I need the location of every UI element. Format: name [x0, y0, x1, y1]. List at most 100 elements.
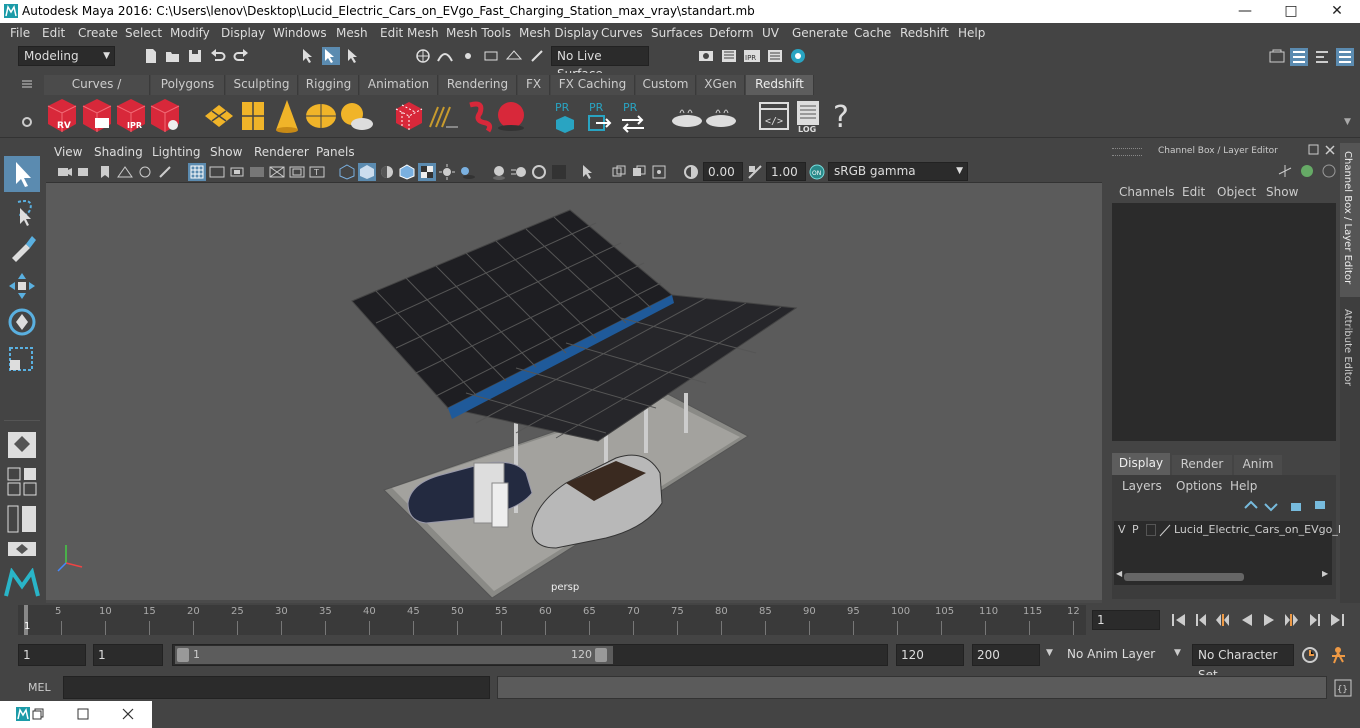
mode-dropdown[interactable]: Modeling ▼: [18, 46, 115, 66]
safe-action-icon[interactable]: [288, 163, 306, 181]
channel-object-menu[interactable]: Object: [1217, 185, 1256, 199]
wireframe-icon[interactable]: [338, 163, 356, 181]
anim-layer-chevron-icon[interactable]: ▼: [1046, 648, 1053, 658]
maya-workspace-logo-icon[interactable]: [4, 568, 40, 598]
redshift-spot-light-icon[interactable]: [272, 98, 302, 134]
ipr-render-icon[interactable]: IPR: [743, 47, 761, 65]
minimized-window-thumb[interactable]: [0, 701, 152, 728]
scale-tool-icon[interactable]: [6, 344, 38, 376]
menu-mesh-tools[interactable]: Mesh Tools: [446, 26, 511, 40]
smooth-shade-icon[interactable]: [358, 163, 376, 181]
step-forward-key-icon[interactable]: [1282, 611, 1300, 629]
step-forward-frame-icon[interactable]: [1306, 611, 1324, 629]
outliner-layout-icon[interactable]: [6, 504, 38, 534]
live-surface-field[interactable]: No Live Surface: [551, 46, 649, 81]
undo-icon[interactable]: [209, 47, 227, 65]
menu-select[interactable]: Select: [125, 26, 162, 40]
restore-thumb-icon[interactable]: [32, 708, 44, 720]
field-chart-icon[interactable]: [268, 163, 286, 181]
anim-layer-dropdown[interactable]: No Anim Layer: [1062, 644, 1162, 666]
menu-edit-mesh[interactable]: Edit Mesh: [380, 26, 439, 40]
paint-select-tool-icon[interactable]: [6, 232, 38, 264]
auto-key-icon[interactable]: [1300, 645, 1320, 665]
channel-box-status-icon[interactable]: [1298, 162, 1316, 180]
exposure-input[interactable]: [703, 162, 743, 181]
time-ruler[interactable]: 5 10 15 20 25 30 35 40 45 50 55 60 65 70 75 80 85 90 95 100…: [18, 605, 1086, 635]
go-to-end-icon[interactable]: [1328, 611, 1346, 629]
script-editor-icon[interactable]: {}: [1334, 679, 1352, 697]
step-back-frame-icon[interactable]: [1192, 611, 1210, 629]
wireframe-on-shaded-icon[interactable]: [398, 163, 416, 181]
motion-blur-icon[interactable]: [510, 163, 528, 181]
menu-curves[interactable]: Curves: [601, 26, 643, 40]
layer-row[interactable]: V P Lucid_Electric_Cars_on_EVgo_F: [1114, 521, 1344, 539]
scroll-right-icon[interactable]: ▶: [1322, 569, 1328, 578]
gamma-input[interactable]: [766, 162, 806, 181]
shelf-tab-rigging[interactable]: Rigging: [299, 75, 359, 95]
range-start-grip[interactable]: [177, 648, 189, 662]
menu-edit[interactable]: Edit: [42, 26, 65, 40]
redshift-sphere-icon[interactable]: [495, 100, 527, 132]
move-layer-up-icon[interactable]: [1242, 497, 1260, 515]
menu-surfaces[interactable]: Surfaces: [651, 26, 703, 40]
close-panel-icon[interactable]: [1324, 144, 1336, 156]
select-by-component-icon[interactable]: [345, 47, 363, 65]
redshift-pr-mesh-icon[interactable]: PR: [552, 99, 578, 133]
range-bar-handle[interactable]: [175, 646, 613, 664]
redshift-settings-icon[interactable]: [149, 98, 181, 134]
viewport-menu-show[interactable]: Show: [210, 145, 242, 159]
shelf-settings-icon[interactable]: [20, 115, 34, 129]
float-panel-icon[interactable]: [1308, 144, 1320, 156]
film-gate-icon[interactable]: [208, 163, 226, 181]
2d-pan-zoom-icon[interactable]: [136, 163, 154, 181]
redshift-material-icon[interactable]: [670, 103, 704, 129]
panel-grip[interactable]: [1112, 148, 1142, 156]
new-scene-icon[interactable]: [142, 47, 160, 65]
layer-type-toggle[interactable]: [1146, 524, 1156, 536]
snap-view-icon[interactable]: [482, 47, 500, 65]
gamma-icon[interactable]: [746, 163, 764, 181]
snap-grid-icon[interactable]: [414, 47, 432, 65]
redshift-light-array-icon[interactable]: [203, 101, 235, 131]
redshift-render-frame-icon[interactable]: [81, 98, 113, 134]
anti-aliasing-icon[interactable]: [530, 163, 548, 181]
channels-menu[interactable]: Channels: [1119, 185, 1175, 199]
viewport-menu-shading[interactable]: Shading: [94, 145, 143, 159]
move-tool-icon[interactable]: [6, 270, 38, 302]
redshift-log-icon[interactable]: LOG: [794, 99, 824, 133]
script-language-label[interactable]: MEL: [28, 681, 51, 694]
playback-end-input[interactable]: [896, 644, 964, 666]
menu-display[interactable]: Display: [221, 26, 265, 40]
range-bar-track[interactable]: 1 120: [172, 644, 888, 666]
safe-title-icon[interactable]: T: [308, 163, 326, 181]
select-by-hierarchy-icon[interactable]: [300, 47, 318, 65]
menu-mesh-display[interactable]: Mesh Display: [519, 26, 599, 40]
channel-edit-menu[interactable]: Edit: [1182, 185, 1205, 199]
lasso-tool-icon[interactable]: [6, 196, 38, 228]
shelf-tab-fx-caching[interactable]: FX Caching: [551, 75, 635, 95]
use-default-material-icon[interactable]: [378, 163, 396, 181]
menu-redshift[interactable]: Redshift: [900, 26, 949, 40]
go-to-start-icon[interactable]: [1170, 611, 1188, 629]
four-view-layout-icon[interactable]: [6, 466, 38, 496]
redshift-shader-icon[interactable]: [704, 103, 738, 129]
channel-box-key-icon[interactable]: [1320, 162, 1338, 180]
animation-end-input[interactable]: [972, 644, 1040, 666]
render-current-frame-icon[interactable]: [720, 47, 738, 65]
shelf-tab-fx[interactable]: FX: [518, 75, 550, 95]
redshift-proxy-icon[interactable]: [394, 100, 424, 132]
save-scene-icon[interactable]: [186, 47, 204, 65]
close-thumb-icon[interactable]: [122, 708, 134, 720]
toggle-attribute-editor-icon[interactable]: [1290, 48, 1308, 66]
redshift-script-editor-icon[interactable]: </>: [758, 100, 790, 132]
character-set-dropdown[interactable]: No Character Set: [1192, 644, 1294, 682]
layer-playback-toggle[interactable]: P: [1132, 523, 1139, 536]
snap-point-icon[interactable]: [459, 47, 477, 65]
shelf-tab-redshift[interactable]: Redshift: [746, 75, 814, 95]
shelf-menu-icon[interactable]: [20, 77, 34, 91]
channel-list-area[interactable]: [1112, 203, 1336, 441]
shelf-tab-polygons[interactable]: Polygons: [151, 75, 225, 95]
open-scene-icon[interactable]: [164, 47, 182, 65]
layer-scrollbar[interactable]: [1124, 573, 1244, 581]
snap-surface-icon[interactable]: [505, 47, 523, 65]
